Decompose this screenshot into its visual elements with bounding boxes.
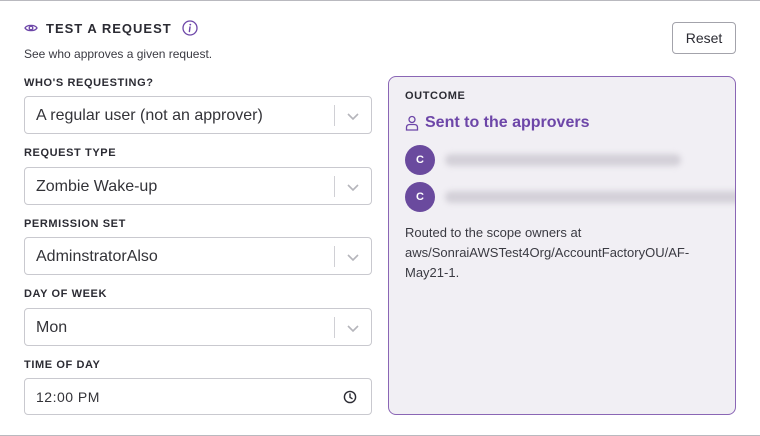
chevron-down-icon[interactable] — [346, 321, 360, 335]
whos-requesting-value: A regular user (not an approver) — [36, 107, 263, 124]
page-subtitle: See who approves a given request. — [24, 47, 213, 61]
outcome-status: Sent to the approvers — [405, 114, 589, 132]
chevron-down-icon[interactable] — [346, 109, 360, 123]
day-of-week-value: Mon — [36, 319, 68, 336]
chevron-down-icon[interactable] — [346, 250, 360, 264]
routing-description: Routed to the scope owners at aws/Sonrai… — [405, 225, 690, 280]
request-type-label: REQUEST TYPE — [24, 147, 117, 159]
approver-item: C — [405, 145, 681, 175]
permission-set-label: PERMISSION SET — [24, 218, 126, 230]
reset-button[interactable]: Reset — [672, 22, 736, 54]
time-of-day-label: TIME OF DAY — [24, 359, 101, 371]
request-type-select[interactable]: Zombie Wake-up — [24, 167, 372, 205]
select-separator — [334, 317, 335, 338]
redacted-email — [445, 191, 735, 203]
day-of-week-label: DAY OF WEEK — [24, 288, 108, 300]
permission-set-select[interactable]: AdminstratorAlso — [24, 237, 372, 275]
time-of-day-input[interactable]: 12:00 PM — [24, 378, 372, 415]
outcome-label: OUTCOME — [405, 90, 466, 102]
redacted-email — [445, 154, 681, 166]
page-title: TEST A REQUEST — [46, 20, 172, 36]
whos-requesting-label: WHO'S REQUESTING? — [24, 77, 154, 89]
request-type-value: Zombie Wake-up — [36, 178, 158, 195]
day-of-week-select[interactable]: Mon — [24, 308, 372, 346]
outcome-status-text: Sent to the approvers — [425, 114, 590, 131]
info-icon[interactable] — [182, 20, 198, 36]
permission-set-value: AdminstratorAlso — [36, 248, 158, 265]
chevron-down-icon[interactable] — [346, 180, 360, 194]
time-of-day-value: 12:00 PM — [36, 389, 100, 405]
section-header: TEST A REQUEST — [24, 20, 198, 36]
whos-requesting-select[interactable]: A regular user (not an approver) — [24, 96, 372, 134]
avatar: C — [405, 182, 435, 212]
eye-icon — [24, 24, 38, 32]
outcome-panel: OUTCOME Sent to the approvers C C Routed… — [388, 76, 736, 415]
approver-item: C — [405, 182, 735, 212]
select-separator — [334, 176, 335, 197]
person-icon — [405, 115, 419, 131]
select-separator — [334, 105, 335, 126]
select-separator — [334, 246, 335, 267]
avatar: C — [405, 145, 435, 175]
clock-icon[interactable] — [343, 390, 357, 404]
